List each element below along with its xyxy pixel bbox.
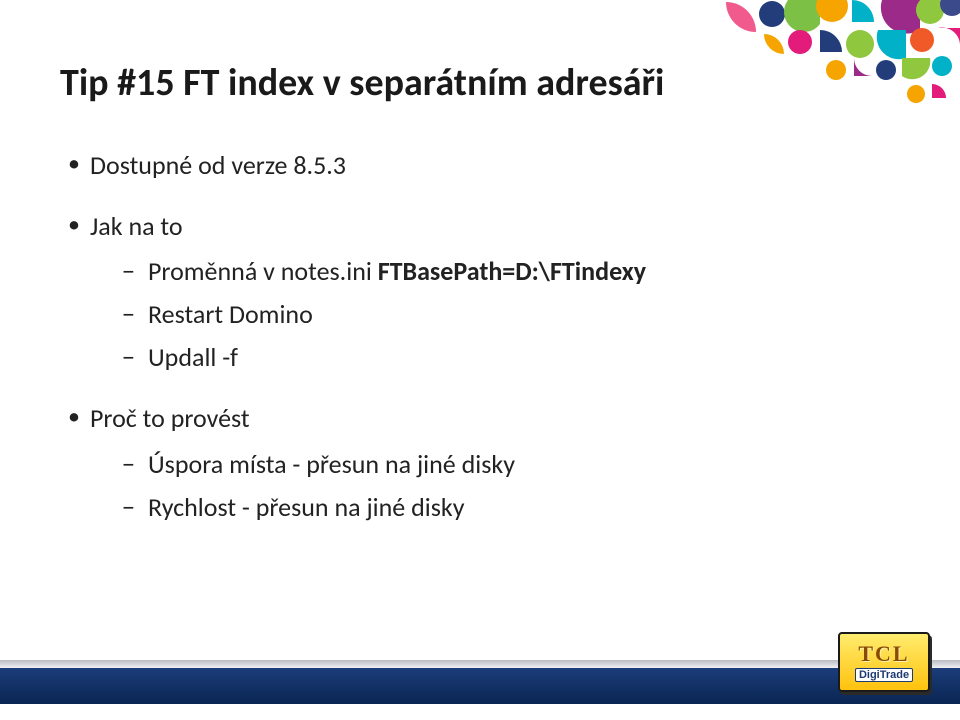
bullet-list: Dostupné od verze 8.5.3 Jak na to Proměn… bbox=[60, 148, 880, 525]
sub-bullet-text: Proměnná v notes.ini bbox=[148, 255, 378, 287]
bullet-text: Proč to provést bbox=[90, 402, 250, 434]
sub-bullet-text: Úspora místa - přesun na jiné disky bbox=[148, 448, 515, 480]
tcl-digitrade-logo: TCL DigiTrade bbox=[838, 632, 930, 692]
sub-bullet-text: Updall -f bbox=[148, 341, 238, 373]
sub-bullet-item: Proměnná v notes.ini FTBasePath=D:\FTind… bbox=[120, 254, 880, 289]
bullet-item: Dostupné od verze 8.5.3 bbox=[64, 148, 880, 183]
bullet-item: Jak na to Proměnná v notes.ini FTBasePat… bbox=[64, 209, 880, 375]
sub-bullet-item: Rychlost - přesun na jiné disky bbox=[120, 490, 880, 525]
slide-content: Tip #15 FT index v separátním adresáři D… bbox=[60, 60, 880, 551]
logo-top-text: TCL bbox=[858, 643, 909, 665]
sub-bullet-item: Restart Domino bbox=[120, 297, 880, 332]
logo-bottom-text: DigiTrade bbox=[855, 668, 913, 682]
sub-bullet-text: Rychlost - přesun na jiné disky bbox=[148, 491, 465, 523]
sub-bullet-list: Proměnná v notes.ini FTBasePath=D:\FTind… bbox=[90, 254, 880, 375]
bullet-text: Jak na to bbox=[90, 210, 183, 242]
sub-bullet-text: Restart Domino bbox=[148, 298, 313, 330]
footer-bar bbox=[0, 666, 960, 704]
slide-title: Tip #15 FT index v separátním adresáři bbox=[60, 60, 880, 106]
sub-bullet-bold: FTBasePath=D:\FTindexy bbox=[378, 255, 646, 287]
sub-bullet-list: Úspora místa - přesun na jiné disky Rych… bbox=[90, 447, 880, 525]
sub-bullet-item: Updall -f bbox=[120, 340, 880, 375]
sub-bullet-item: Úspora místa - přesun na jiné disky bbox=[120, 447, 880, 482]
bullet-text: Dostupné od verze 8.5.3 bbox=[90, 149, 346, 181]
bullet-item: Proč to provést Úspora místa - přesun na… bbox=[64, 401, 880, 524]
